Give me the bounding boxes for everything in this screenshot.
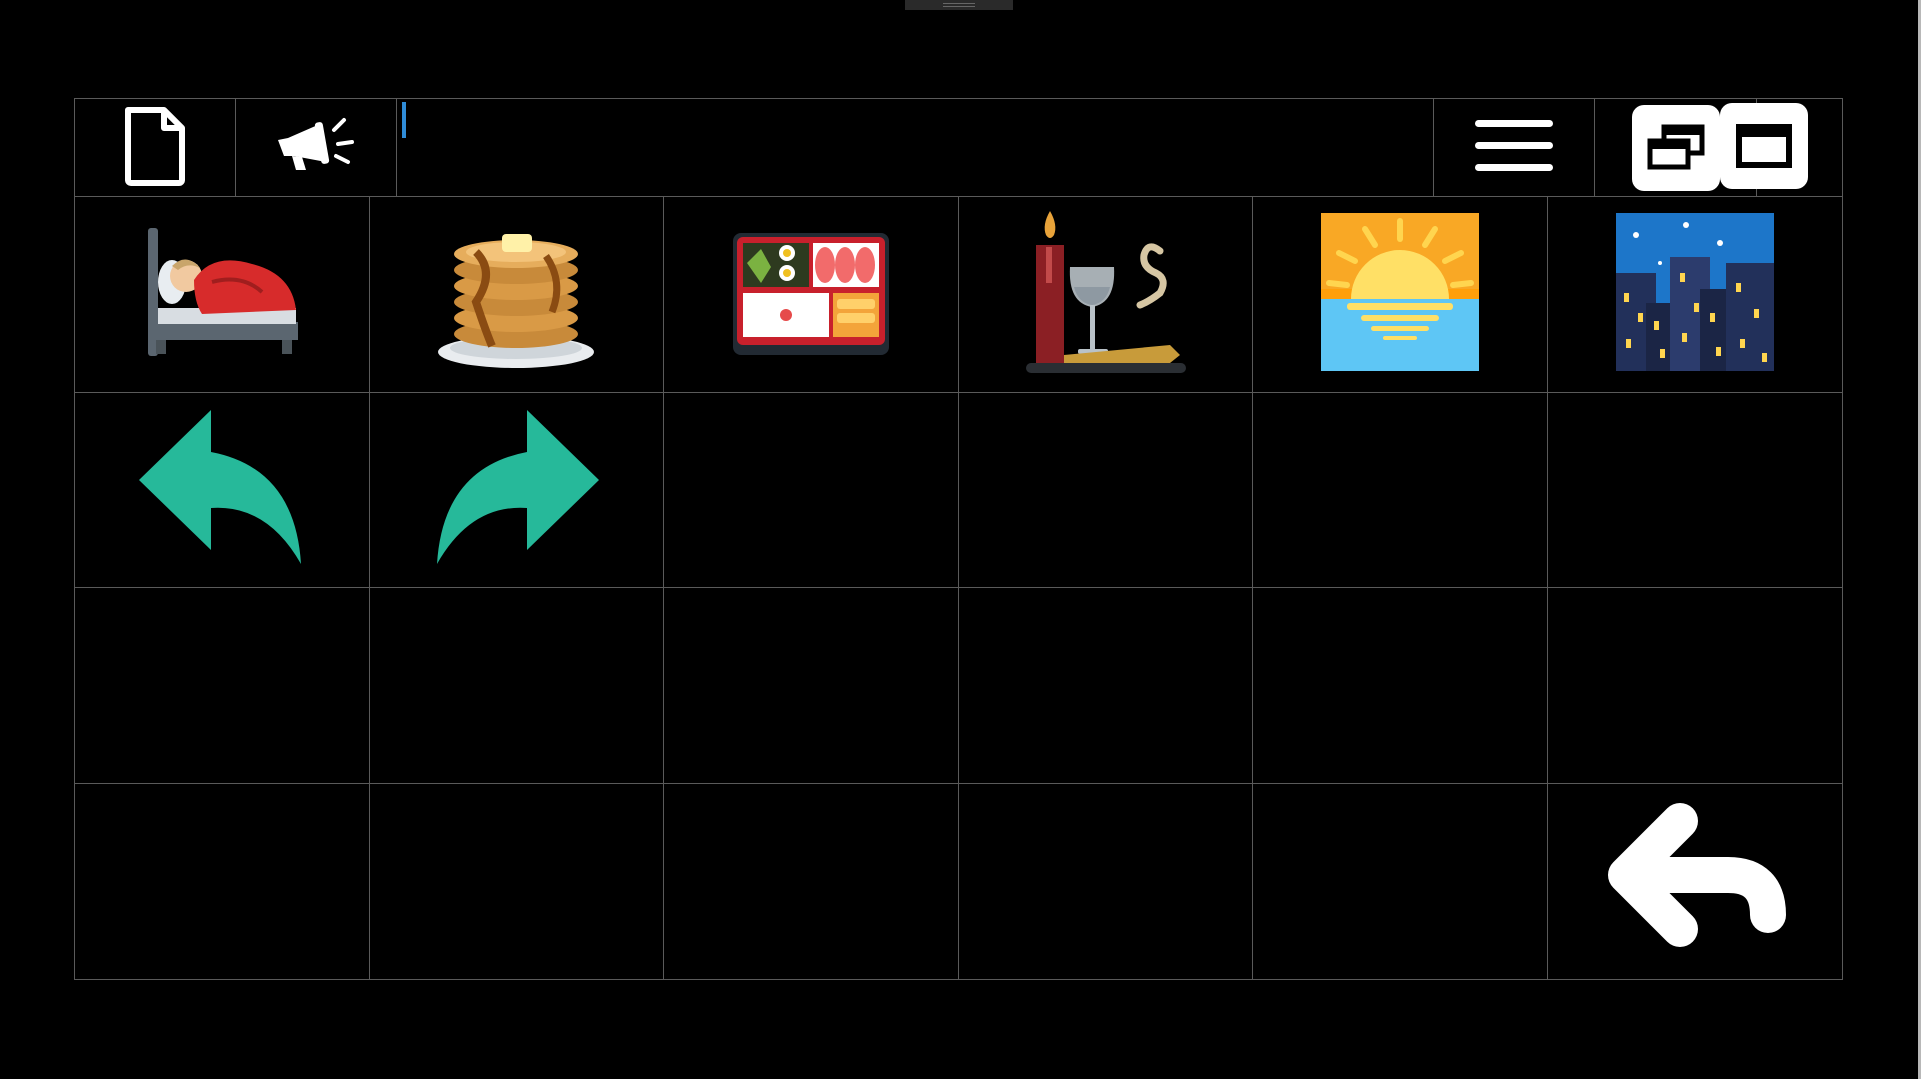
toolbar xyxy=(75,99,1842,197)
window-drag-handle[interactable] xyxy=(905,0,1013,10)
cell-undo[interactable] xyxy=(75,392,370,588)
new-document-button[interactable] xyxy=(75,99,236,196)
megaphone-icon xyxy=(274,116,358,180)
message-text-field[interactable] xyxy=(397,99,1433,196)
maximize-window-icon[interactable] xyxy=(1720,103,1808,189)
night-city-icon xyxy=(1615,213,1774,375)
candle-wine-incense-icon xyxy=(1020,207,1190,381)
cell-empty[interactable] xyxy=(1253,392,1548,588)
hamburger-menu-icon xyxy=(1473,116,1555,180)
cell-morning[interactable] xyxy=(1253,197,1548,393)
symbol-grid xyxy=(75,197,1842,979)
cell-empty[interactable] xyxy=(1547,588,1842,784)
cell-breakfast[interactable] xyxy=(369,197,664,393)
cell-empty[interactable] xyxy=(1253,588,1548,784)
cell-empty[interactable] xyxy=(664,588,959,784)
pancakes-icon xyxy=(436,212,596,376)
menu-button[interactable] xyxy=(1433,99,1594,196)
cell-redo[interactable] xyxy=(369,392,664,588)
cell-empty[interactable] xyxy=(1253,783,1548,979)
cell-empty[interactable] xyxy=(75,783,370,979)
text-caret xyxy=(402,102,406,138)
sunrise-over-sea-icon xyxy=(1320,213,1479,375)
cell-night[interactable] xyxy=(1547,197,1842,393)
speak-button[interactable] xyxy=(236,99,397,196)
cell-empty[interactable] xyxy=(664,392,959,588)
communication-board xyxy=(74,98,1843,980)
cell-empty[interactable] xyxy=(1547,393,1842,588)
cell-back[interactable] xyxy=(1548,784,1843,980)
cell-empty[interactable] xyxy=(958,588,1253,784)
cell-dinner[interactable] xyxy=(958,197,1253,393)
cell-empty[interactable] xyxy=(664,783,959,979)
back-arrow-icon xyxy=(1600,799,1790,963)
document-icon xyxy=(124,106,186,190)
redo-arrow-icon xyxy=(431,408,601,572)
cell-empty[interactable] xyxy=(958,392,1253,588)
bento-box-icon xyxy=(731,227,891,361)
cell-lunch[interactable] xyxy=(664,197,959,393)
sleeping-in-bed-icon xyxy=(142,222,302,366)
cell-sleep[interactable] xyxy=(75,197,370,393)
cell-empty[interactable] xyxy=(369,588,664,784)
undo-arrow-icon xyxy=(137,408,307,572)
cell-empty[interactable] xyxy=(75,588,370,784)
cell-empty[interactable] xyxy=(959,783,1253,979)
restore-window-icon xyxy=(1631,104,1720,191)
cell-empty[interactable] xyxy=(370,783,664,979)
